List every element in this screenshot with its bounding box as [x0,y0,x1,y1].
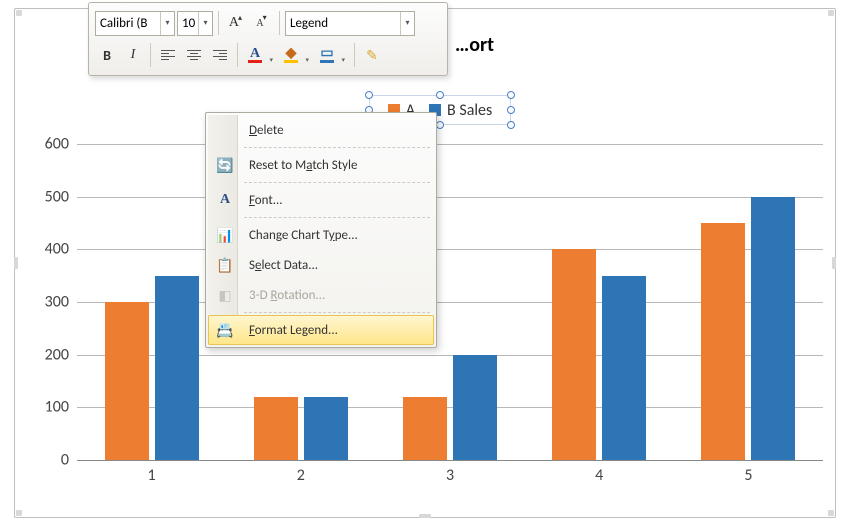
select-data-icon: 📋 [215,255,235,275]
bar-series-b-sales[interactable] [602,276,646,460]
chart-resize-handle[interactable] [828,10,834,16]
brush-icon: ✎ [366,47,378,64]
separator [237,43,238,67]
format-painter-button[interactable]: ✎ [360,43,384,68]
align-left-button[interactable] [156,43,180,68]
menu-label: Format Legend... [249,323,338,338]
font-icon: A [215,190,235,210]
legend-item-b[interactable]: B Sales [429,101,492,120]
increase-font-button[interactable]: A▴ [224,11,248,36]
menu-label: Font... [249,193,283,208]
x-axis-label: 5 [698,466,798,485]
reset-style-icon: 🔄 [215,155,235,175]
menu-item-3d-rotation: ◧ 3-D Rotation... [208,280,434,310]
menu-separator [244,182,430,183]
font-color-icon: A [248,48,262,63]
x-axis-label: 4 [549,466,649,485]
mini-toolbar: Calibri (B 10 A▴ A▾ Legend B I [88,2,448,76]
x-axis-label: 3 [400,466,500,485]
menu-label: Reset to Match Style [249,158,357,173]
menu-item-select-data[interactable]: 📋 Select Data... [208,250,434,280]
y-axis-label: 600 [45,135,69,154]
menu-item-delete[interactable]: Delete [208,115,434,145]
align-center-icon [187,50,201,60]
dropdown-icon[interactable] [160,12,174,35]
menu-separator [244,147,430,148]
y-axis-label: 500 [45,187,69,206]
y-axis-label: 0 [61,451,69,470]
align-left-icon [161,50,175,60]
menu-separator [244,217,430,218]
dropdown-icon[interactable] [198,12,212,35]
y-axis-label: 300 [45,293,69,312]
x-axis-label: 2 [251,466,351,485]
separator [279,11,280,35]
font-size-value: 10 [182,16,195,31]
chart-resize-handle[interactable] [419,514,431,518]
menu-label: Change Chart Type... [249,228,358,243]
menu-item-format-legend[interactable]: 📇 Format Legend... [208,315,434,345]
chart-type-icon: 📊 [215,225,235,245]
separator [218,11,219,35]
bold-icon: B [103,47,111,64]
italic-button[interactable]: I [121,43,145,68]
menu-item-change-chart-type[interactable]: 📊 Change Chart Type... [208,220,434,250]
bar-series-a[interactable] [701,223,745,460]
separator [150,43,151,67]
chart-resize-handle[interactable] [14,257,18,269]
align-center-button[interactable] [182,43,206,68]
format-legend-icon: 📇 [215,320,235,340]
menu-separator [244,312,430,313]
rotation-3d-icon: ◧ [215,285,235,305]
outline-color-icon: ▭ [320,48,334,63]
outline-color-button[interactable]: ▭ [315,43,349,68]
chart-title[interactable]: …ort [455,33,494,57]
font-name-value: Calibri (B [100,16,147,31]
menu-item-font[interactable]: A Font... [208,185,434,215]
bar-series-b-sales[interactable] [453,355,497,460]
align-right-button[interactable] [208,43,232,68]
chart-resize-handle[interactable] [16,510,22,516]
bar-series-b-sales[interactable] [304,397,348,460]
menu-label: Select Data... [249,258,318,273]
bar-series-b-sales[interactable] [155,276,199,460]
bar-series-b-sales[interactable] [751,197,795,460]
align-right-icon [213,50,227,60]
style-value: Legend [290,16,328,31]
decrease-font-button[interactable]: A▾ [250,11,274,36]
style-selector[interactable]: Legend [285,11,415,36]
chart-resize-handle[interactable] [828,510,834,516]
font-name-selector[interactable]: Calibri (B [95,11,175,36]
grid-line [77,460,823,461]
menu-item-reset-style[interactable]: 🔄 Reset to Match Style [208,150,434,180]
bar-series-a[interactable] [403,397,447,460]
separator [354,43,355,67]
chart-resize-handle[interactable] [832,257,836,269]
dropdown-icon[interactable] [400,12,414,35]
x-axis-label: 1 [102,466,202,485]
caret-down-icon: ▾ [263,13,267,23]
italic-icon: I [131,47,136,63]
bar-series-a[interactable] [105,302,149,460]
caret-up-icon: ▴ [238,13,242,23]
font-size-selector[interactable]: 10 [177,11,213,36]
menu-label: 3-D Rotation... [249,288,325,303]
legend-label: B Sales [447,101,492,120]
y-axis-label: 100 [45,398,69,417]
menu-label: Delete [249,123,284,138]
fill-color-button[interactable]: ◆ [279,43,313,68]
bar-series-a[interactable] [552,249,596,460]
bold-button[interactable]: B [95,43,119,68]
bar-series-a[interactable] [254,397,298,460]
chart-resize-handle[interactable] [16,10,22,16]
y-axis-label: 200 [45,345,69,364]
legend-context-menu: Delete 🔄 Reset to Match Style A Font... … [205,112,437,348]
font-color-button[interactable]: A [243,43,277,68]
fill-color-icon: ◆ [284,48,298,63]
y-axis-label: 400 [45,240,69,259]
